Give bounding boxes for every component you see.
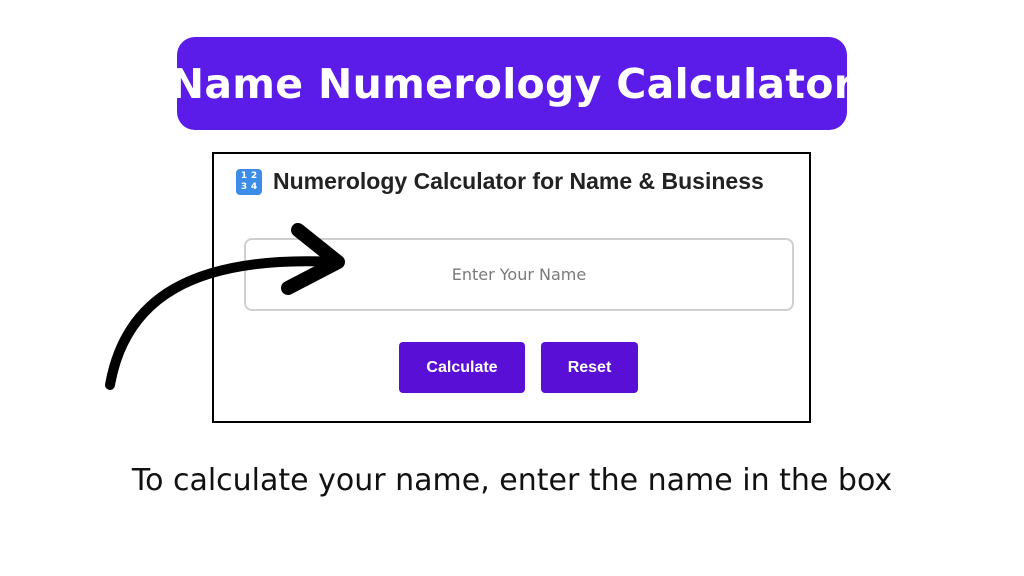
calculator-title: Numerology Calculator for Name & Busines… [273, 168, 764, 194]
icon-digit: 4 [250, 181, 258, 192]
icon-digit: 3 [240, 181, 248, 192]
title-banner: Name Numerology Calculator [170, 37, 854, 130]
icon-digit: 1 [240, 170, 248, 181]
name-input[interactable] [244, 238, 794, 311]
instruction-caption: To calculate your name, enter the name i… [131, 463, 893, 498]
calculate-button[interactable]: Calculate [399, 342, 525, 393]
calculator-card: 1 2 3 4 Numerology Calculator for Name &… [212, 152, 811, 423]
calculator-header: 1 2 3 4 Numerology Calculator for Name &… [236, 168, 764, 195]
icon-digit: 2 [250, 170, 258, 181]
banner-title: Name Numerology Calculator [169, 59, 855, 108]
input-numbers-icon: 1 2 3 4 [236, 168, 262, 195]
reset-button[interactable]: Reset [541, 342, 638, 393]
